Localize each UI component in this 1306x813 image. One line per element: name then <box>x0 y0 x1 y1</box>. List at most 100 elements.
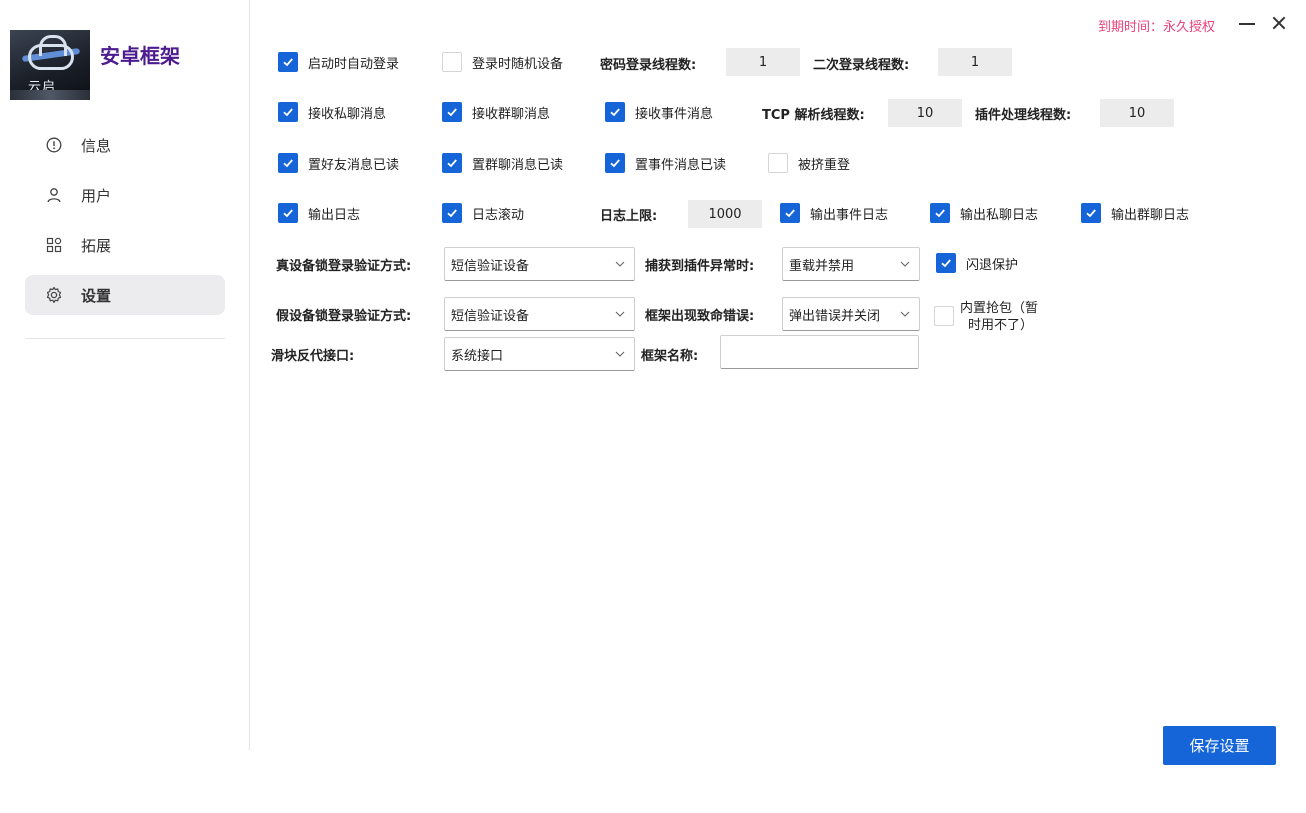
checkbox-label: 日志滚动 <box>472 207 525 223</box>
fake-device-verify-select[interactable]: 短信验证设备 <box>444 297 635 331</box>
check-icon <box>442 102 462 122</box>
frame-name-input[interactable] <box>720 335 919 369</box>
fatal-error-label: 框架出现致命错误: <box>645 309 755 324</box>
check-icon <box>278 153 298 173</box>
checkbox-label: 接收事件消息 <box>635 106 714 122</box>
checkbox-label: 输出日志 <box>308 207 361 223</box>
check-icon <box>278 102 298 122</box>
log-event-checkbox[interactable]: 输出事件日志 <box>780 202 888 224</box>
plugin-exception-select[interactable]: 重载并禁用 <box>782 247 920 281</box>
chevron-down-icon <box>895 254 915 274</box>
sidebar-item-extensions[interactable]: 拓展 <box>25 225 225 265</box>
unchecked-box <box>768 153 788 173</box>
check-icon <box>1081 203 1101 223</box>
select-value: 重载并禁用 <box>789 258 855 274</box>
select-value: 短信验证设备 <box>451 308 530 324</box>
plugin-exception-label: 捕获到插件异常时: <box>645 259 755 274</box>
log-limit-label: 日志上限: <box>600 209 658 224</box>
gear-icon <box>45 286 63 304</box>
check-icon <box>278 52 298 72</box>
second-login-threads-input[interactable]: 1 <box>938 48 1012 76</box>
real-device-verify-label: 真设备锁登录验证方式: <box>276 259 412 274</box>
checkbox-label: 置群聊消息已读 <box>472 157 564 173</box>
checkbox-label: 内置抢包（暂 时用不了） <box>960 300 1038 334</box>
unchecked-box <box>442 52 462 72</box>
log-private-checkbox[interactable]: 输出私聊日志 <box>930 202 1038 224</box>
sidebar-item-label: 用户 <box>81 186 112 205</box>
tcp-threads-label: TCP 解析线程数: <box>762 108 865 123</box>
auto-login-checkbox[interactable]: 启动时自动登录 <box>278 51 399 73</box>
plugin-threads-input[interactable]: 10 <box>1100 99 1174 127</box>
plugin-threads-label: 插件处理线程数: <box>975 108 1072 123</box>
recv-event-checkbox[interactable]: 接收事件消息 <box>605 101 713 123</box>
close-icon[interactable] <box>1270 14 1288 32</box>
checkbox-label: 接收群聊消息 <box>472 106 551 122</box>
cloud-icon <box>28 35 74 70</box>
real-device-verify-select[interactable]: 短信验证设备 <box>444 247 635 281</box>
check-icon <box>278 203 298 223</box>
expiry-status: 到期时间：永久授权 <box>1097 20 1215 35</box>
sidebar-nav: 信息 用户 拓展 设置 <box>25 125 225 325</box>
crash-protect-checkbox[interactable]: 闪退保护 <box>936 252 1018 274</box>
sidebar-item-label: 拓展 <box>81 236 112 255</box>
recv-group-checkbox[interactable]: 接收群聊消息 <box>442 101 550 123</box>
check-icon <box>605 153 625 173</box>
tcp-threads-input[interactable]: 10 <box>888 99 962 127</box>
slider-api-label: 滑块反代接口: <box>271 349 355 364</box>
check-icon <box>442 203 462 223</box>
logo-ground <box>10 90 90 100</box>
grid-apps-icon <box>45 236 63 254</box>
sidebar: 云启 安卓框架 信息 用户 拓展 设置 <box>0 0 250 750</box>
log-limit-input[interactable]: 1000 <box>688 200 762 228</box>
select-value: 短信验证设备 <box>451 258 530 274</box>
checkbox-label: 输出群聊日志 <box>1111 207 1190 223</box>
check-icon <box>605 102 625 122</box>
kicked-relogin-checkbox[interactable]: 被挤重登 <box>768 152 850 174</box>
check-icon <box>930 203 950 223</box>
sidebar-item-label: 信息 <box>81 136 112 155</box>
checkbox-label: 闪退保护 <box>966 257 1019 273</box>
checkbox-label: 输出私聊日志 <box>960 207 1039 223</box>
checkbox-label: 置事件消息已读 <box>635 157 727 173</box>
checkbox-label: 被挤重登 <box>798 157 851 173</box>
info-circle-icon <box>45 136 63 154</box>
random-device-checkbox[interactable]: 登录时随机设备 <box>442 51 563 73</box>
chevron-down-icon <box>610 344 630 364</box>
checkbox-label: 置好友消息已读 <box>308 157 400 173</box>
sidebar-divider <box>25 338 225 339</box>
pwd-login-threads-input[interactable]: 1 <box>726 48 800 76</box>
read-group-checkbox[interactable]: 置群聊消息已读 <box>442 152 563 174</box>
minimize-icon[interactable] <box>1238 14 1256 32</box>
fake-device-verify-label: 假设备锁登录验证方式: <box>276 309 412 324</box>
sidebar-item-user[interactable]: 用户 <box>25 175 225 215</box>
checkbox-label-line2: 时用不了） <box>968 318 1034 333</box>
log-scroll-checkbox[interactable]: 日志滚动 <box>442 202 524 224</box>
checkbox-label: 启动时自动登录 <box>308 56 400 72</box>
checkbox-label: 输出事件日志 <box>810 207 889 223</box>
check-icon <box>442 153 462 173</box>
app-title: 安卓框架 <box>100 44 180 68</box>
chevron-down-icon <box>895 304 915 324</box>
second-login-threads-label: 二次登录线程数: <box>813 58 910 73</box>
checkbox-label-line1: 内置抢包（暂 <box>960 301 1039 316</box>
fatal-error-select[interactable]: 弹出错误并关闭 <box>782 297 920 331</box>
checkbox-label: 登录时随机设备 <box>472 56 564 72</box>
save-settings-button[interactable]: 保存设置 <box>1163 726 1276 765</box>
read-friend-checkbox[interactable]: 置好友消息已读 <box>278 152 399 174</box>
check-icon <box>780 203 800 223</box>
read-event-checkbox[interactable]: 置事件消息已读 <box>605 152 726 174</box>
recv-private-checkbox[interactable]: 接收私聊消息 <box>278 101 386 123</box>
check-icon <box>936 253 956 273</box>
pwd-login-threads-label: 密码登录线程数: <box>600 58 697 73</box>
slider-api-select[interactable]: 系统接口 <box>444 337 635 371</box>
user-icon <box>45 186 63 204</box>
log-group-checkbox[interactable]: 输出群聊日志 <box>1081 202 1189 224</box>
sidebar-item-settings[interactable]: 设置 <box>25 275 225 315</box>
sidebar-item-label: 设置 <box>81 286 112 305</box>
select-value: 弹出错误并关闭 <box>789 308 881 324</box>
select-value: 系统接口 <box>451 348 504 364</box>
sidebar-item-info[interactable]: 信息 <box>25 125 225 165</box>
output-log-checkbox[interactable]: 输出日志 <box>278 202 360 224</box>
app-logo: 云启 <box>10 30 90 100</box>
builtin-capture-checkbox[interactable]: 内置抢包（暂 时用不了） <box>934 300 1038 334</box>
